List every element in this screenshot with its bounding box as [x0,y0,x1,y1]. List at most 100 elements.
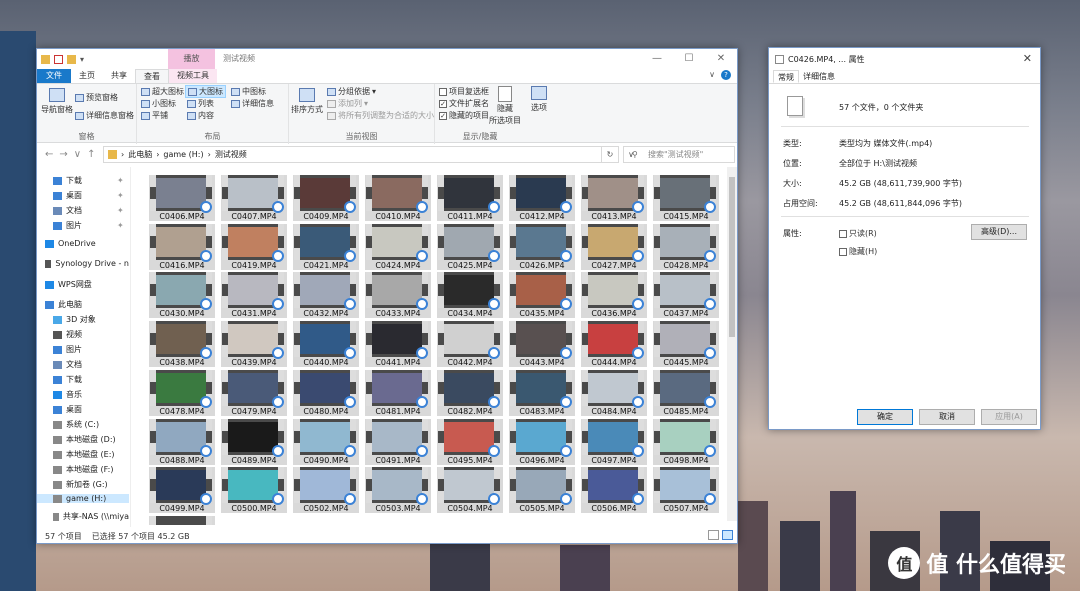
file-item[interactable]: C0441.MP4 [365,321,431,368]
navigation-pane-button[interactable]: 导航窗格 [41,88,73,115]
sidebar-item[interactable]: 视频 [37,329,129,340]
file-item[interactable]: C0483.MP4 [509,369,575,416]
sidebar-item[interactable]: OneDrive [37,239,129,248]
file-item[interactable]: C0425.MP4 [437,223,503,270]
file-item[interactable]: C0482.MP4 [437,369,503,416]
file-item[interactable]: C0495.MP4 [437,418,503,465]
apply-button[interactable]: 应用(A) [981,409,1037,425]
file-item[interactable]: C0478.MP4 [149,369,215,416]
sidebar-item[interactable]: 本地磁盘 (D:) [37,434,129,445]
file-item[interactable]: C0443.MP4 [509,321,575,368]
file-item[interactable]: C0502.MP4 [293,467,359,514]
sidebar-item[interactable]: 此电脑 [37,299,129,310]
tab-file[interactable]: 文件 [37,69,71,83]
sidebar-item[interactable]: 图片 [37,344,129,355]
sidebar-item[interactable]: Synology Drive - n [37,259,129,268]
file-item[interactable]: C0406.MP4 [149,175,215,221]
sidebar-item[interactable]: 下载 ✦ [37,175,129,186]
file-item[interactable]: C0412.MP4 [509,175,575,221]
file-item[interactable]: C0504.MP4 [437,467,503,514]
sort-by-button[interactable]: 排序方式 [291,88,323,115]
item-checkboxes-toggle[interactable]: 项目复选框 [439,86,489,97]
layout-content[interactable]: 内容 [187,110,214,121]
readonly-checkbox[interactable]: 只读(R) [839,228,877,239]
file-item[interactable]: C0427.MP4 [581,223,647,270]
customize-dropdown-icon[interactable]: ▾ [80,55,84,64]
sidebar-item[interactable]: 3D 对象 [37,314,129,325]
file-item[interactable]: C0500.MP4 [221,467,287,514]
file-extensions-toggle[interactable]: ✓ 文件扩展名 [439,98,489,109]
group-by-button[interactable]: 分组依据 ▾ [327,86,376,97]
file-item[interactable]: C0424.MP4 [365,223,431,270]
tab-view[interactable]: 查看 [135,69,169,83]
file-item[interactable]: C0433.MP4 [365,272,431,319]
file-item[interactable]: C0439.MP4 [221,321,287,368]
layout-extra-large-icons[interactable]: 超大图标 [141,86,184,97]
layout-medium-icons[interactable]: 中图标 [231,86,266,97]
file-item[interactable] [149,515,215,525]
file-item[interactable]: C0505.MP4 [509,467,575,514]
minimize-button[interactable]: — [641,49,673,69]
file-item[interactable]: C0416.MP4 [149,223,215,270]
file-item[interactable]: C0442.MP4 [437,321,503,368]
address-box[interactable]: › 此电脑 › game (H:) › 测试视频 ∨ [103,146,634,163]
file-item[interactable]: C0415.MP4 [653,175,719,221]
breadcrumb-folder[interactable]: 测试视频 [215,149,247,160]
advanced-button[interactable]: 高级(D)... [971,224,1027,240]
file-item[interactable]: C0480.MP4 [293,369,359,416]
scrollbar-thumb[interactable] [729,177,735,337]
close-icon[interactable]: ✕ [1023,52,1032,65]
file-item[interactable]: C0438.MP4 [149,321,215,368]
sidebar-item[interactable]: 文档 ✦ [37,205,129,216]
minimize-ribbon-icon[interactable]: ∨ [709,70,715,79]
file-item[interactable]: C0445.MP4 [653,321,719,368]
sidebar-item[interactable]: 系统 (C:) [37,419,129,430]
file-item[interactable]: C0421.MP4 [293,223,359,270]
file-item[interactable]: C0426.MP4 [509,223,575,270]
sidebar-item[interactable]: 音乐 [37,389,129,400]
file-item[interactable]: C0437.MP4 [653,272,719,319]
recent-dropdown-icon[interactable]: ∨ [74,149,81,160]
help-icon[interactable]: ? [721,70,731,80]
file-item[interactable]: C0436.MP4 [581,272,647,319]
back-arrow-icon[interactable]: ← [45,149,53,160]
file-item[interactable]: C0432.MP4 [293,272,359,319]
tab-video-tools[interactable]: 视频工具 [169,69,217,83]
tab-details[interactable]: 详细信息 [799,70,839,83]
tab-general[interactable]: 常规 [773,70,799,83]
file-item[interactable]: C0430.MP4 [149,272,215,319]
file-item[interactable]: C0435.MP4 [509,272,575,319]
file-item[interactable]: C0488.MP4 [149,418,215,465]
sidebar-item[interactable]: game (H:) [37,494,129,503]
file-item[interactable]: C0507.MP4 [653,467,719,514]
sidebar-item[interactable]: 桌面 ✦ [37,190,129,201]
layout-details[interactable]: 详细信息 [231,98,274,109]
tab-share[interactable]: 共享 [103,69,135,83]
breadcrumb-drive[interactable]: game (H:) [163,150,203,159]
details-view-icon[interactable] [708,530,719,540]
sidebar-item[interactable]: 本地磁盘 (E:) [37,449,129,460]
search-input[interactable]: ⚲ 搜索"测试视频" [623,146,735,163]
sidebar-item[interactable]: 下载 [37,374,129,385]
refresh-button[interactable]: ↻ [601,146,619,163]
hidden-items-toggle[interactable]: ✓ 隐藏的项目 [439,110,489,121]
breadcrumb-this-pc[interactable]: 此电脑 [128,149,152,160]
sidebar-item[interactable]: 图片 ✦ [37,220,129,231]
forward-arrow-icon[interactable]: → [59,149,67,160]
context-tab-play[interactable]: 播放 [168,49,215,69]
file-item[interactable]: C0490.MP4 [293,418,359,465]
layout-small-icons[interactable]: 小图标 [141,98,176,109]
file-item[interactable]: C0428.MP4 [653,223,719,270]
size-all-columns-button[interactable]: 将所有列调整为合适的大小 [327,110,434,121]
file-item[interactable]: C0419.MP4 [221,223,287,270]
options-button[interactable]: 选项 [531,86,547,113]
file-item[interactable]: C0431.MP4 [221,272,287,319]
ok-button[interactable]: 确定 [857,409,913,425]
sidebar-item[interactable]: 新加卷 (G:) [37,479,129,490]
hidden-checkbox[interactable]: 隐藏(H) [839,246,877,257]
cancel-button[interactable]: 取消 [919,409,975,425]
large-icons-view-icon[interactable] [722,530,733,540]
layout-large-icons[interactable]: 大图标 [185,85,226,98]
layout-tiles[interactable]: 平铺 [141,110,168,121]
folder-icon[interactable] [41,54,50,64]
